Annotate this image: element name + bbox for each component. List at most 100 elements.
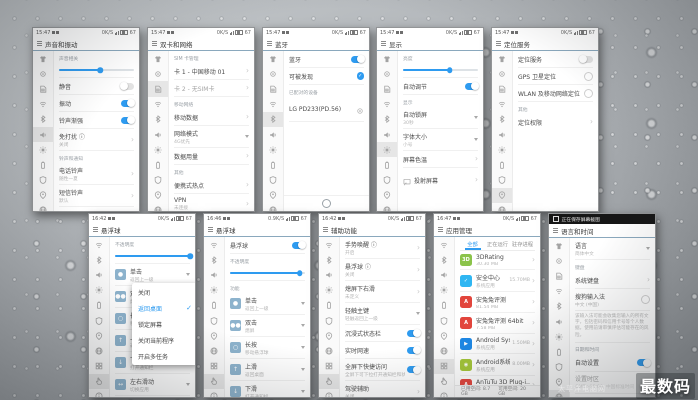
app-row[interactable]: 3D3DRating30.30 MB› — [460, 251, 535, 270]
rail-item-shield[interactable] — [319, 313, 339, 328]
rail-item-sun[interactable] — [148, 142, 168, 157]
rail-item-globe[interactable] — [89, 343, 109, 358]
menu-icon[interactable] — [208, 227, 213, 232]
slider-knob[interactable] — [98, 67, 104, 73]
rail-item-hand[interactable] — [204, 374, 224, 389]
rail-item-globe[interactable] — [33, 203, 53, 211]
rail-item-battery[interactable] — [89, 298, 109, 313]
rail-item-shirt[interactable] — [549, 238, 569, 253]
toggle-switch[interactable] — [407, 330, 420, 337]
rail-item-info[interactable] — [319, 389, 339, 397]
settings-row[interactable]: 振动 — [59, 95, 134, 112]
toggle-switch[interactable] — [121, 100, 134, 107]
rail-item-hand[interactable] — [434, 374, 454, 389]
slider[interactable] — [59, 63, 134, 78]
rail-item-gear[interactable] — [377, 66, 397, 81]
rail-item-sim[interactable] — [549, 268, 569, 283]
popup-menu-item[interactable]: 关闭 — [132, 284, 195, 300]
rail-item-info[interactable] — [434, 389, 454, 397]
settings-row[interactable]: 短信铃声默认› — [59, 185, 134, 207]
settings-row[interactable]: 免打扰 ⓘ关闭› — [59, 129, 134, 151]
popup-menu-item[interactable]: 开启多任务 — [132, 348, 195, 364]
slider-track[interactable] — [59, 69, 134, 71]
popup-menu-item[interactable]: 锁定屏幕 — [132, 316, 195, 332]
settings-row[interactable]: GPS 卫星定位 — [518, 68, 593, 85]
rail-item-location[interactable] — [204, 328, 224, 343]
rail-item-wifi[interactable] — [263, 97, 283, 112]
settings-row[interactable]: 自动设置 — [575, 355, 650, 372]
rail-item-bluetooth[interactable] — [148, 112, 168, 127]
rail-item-shield[interactable] — [204, 313, 224, 328]
settings-row[interactable]: 字体大小小号 — [403, 129, 478, 151]
rail-item-globe[interactable] — [204, 343, 224, 358]
rail-item-wifi[interactable] — [434, 237, 454, 252]
menu-icon[interactable] — [323, 227, 328, 232]
rail-item-grid[interactable] — [434, 359, 454, 374]
slider[interactable] — [403, 63, 478, 78]
rail-item-bluetooth[interactable] — [89, 252, 109, 267]
gesture-row[interactable]: ↓下滑打开通知栏 — [230, 381, 305, 397]
rail-item-wifi[interactable] — [319, 237, 339, 252]
menu-icon[interactable] — [496, 41, 501, 46]
rail-item-bluetooth[interactable] — [492, 112, 512, 127]
rail-item-hand[interactable] — [319, 374, 339, 389]
rail-item-battery[interactable] — [319, 298, 339, 313]
rail-item-location[interactable] — [377, 188, 397, 203]
rail-item-globe[interactable] — [377, 203, 397, 211]
rail-item-bluetooth[interactable] — [263, 112, 283, 127]
rail-item-globe[interactable] — [148, 203, 168, 211]
settings-row[interactable]: 静音 — [59, 78, 134, 95]
rail-item-wifi[interactable] — [549, 284, 569, 299]
gesture-row[interactable]: ↔左右滑动切换应用 — [115, 374, 190, 396]
rail-item-shirt[interactable] — [33, 51, 53, 66]
settings-row[interactable]: VPN未连接› — [174, 194, 249, 211]
rail-item-globe[interactable] — [263, 203, 283, 211]
tab-3[interactable]: 驻存进程 — [510, 237, 535, 250]
toggle-switch[interactable] — [351, 56, 364, 63]
settings-row[interactable]: 蓝牙 — [289, 51, 364, 68]
settings-row[interactable]: 邮件通知› — [59, 207, 134, 211]
toggle-switch[interactable] — [407, 366, 420, 373]
toggle-switch[interactable] — [292, 242, 305, 249]
rail-item-sim[interactable] — [377, 81, 397, 96]
rail-item-battery[interactable] — [377, 157, 397, 172]
rail-item-globe[interactable] — [319, 343, 339, 358]
settings-row[interactable]: 定位服务 — [518, 51, 593, 68]
rail-item-grid[interactable] — [319, 359, 339, 374]
settings-row[interactable]: WLAN 及移动网络定位 — [518, 85, 593, 102]
settings-row[interactable]: 可被发现✓ — [289, 68, 364, 85]
rail-item-shirt[interactable] — [263, 51, 283, 66]
rail-item-location[interactable] — [319, 328, 339, 343]
rail-item-speaker[interactable] — [434, 267, 454, 282]
rail-item-battery[interactable] — [492, 157, 512, 172]
rail-item-sun[interactable] — [492, 142, 512, 157]
rail-item-sun[interactable] — [89, 283, 109, 298]
settings-row[interactable]: 全屏下快捷访问全屏下可下拉打开通知栏和状态栏 — [345, 359, 420, 381]
menu-icon[interactable] — [93, 227, 98, 232]
rail-item-battery[interactable] — [148, 157, 168, 172]
menu-icon[interactable] — [267, 41, 272, 46]
rail-item-grid[interactable] — [204, 359, 224, 374]
rail-item-sim[interactable] — [492, 81, 512, 96]
slider-knob[interactable] — [447, 67, 453, 73]
settings-row[interactable]: 铃声渐强 — [59, 112, 134, 129]
rail-item-speaker[interactable] — [204, 267, 224, 282]
rail-item-globe[interactable] — [434, 343, 454, 358]
rail-item-shield[interactable] — [89, 313, 109, 328]
rail-item-shirt[interactable] — [377, 51, 397, 66]
device-settings-icon[interactable] — [356, 100, 364, 119]
checkbox-checked-icon[interactable]: ✓ — [357, 72, 365, 80]
rail-item-speaker[interactable] — [263, 127, 283, 142]
home-button-icon[interactable] — [322, 199, 331, 208]
rail-item-wifi[interactable] — [377, 97, 397, 112]
toggle-switch[interactable] — [121, 117, 134, 124]
app-row[interactable]: ▶Android System…系统应用1.50MB› — [460, 334, 535, 354]
rail-item-gear[interactable] — [33, 66, 53, 81]
tab-2[interactable]: 正在运行 — [485, 237, 510, 250]
popup-menu-item[interactable]: 关闭当前程序 — [132, 332, 195, 348]
rail-item-bluetooth[interactable] — [549, 299, 569, 314]
rail-item-gear[interactable] — [148, 66, 168, 81]
rail-item-speaker[interactable] — [492, 127, 512, 142]
rail-item-sun[interactable] — [263, 142, 283, 157]
toggle-switch[interactable] — [465, 83, 478, 90]
